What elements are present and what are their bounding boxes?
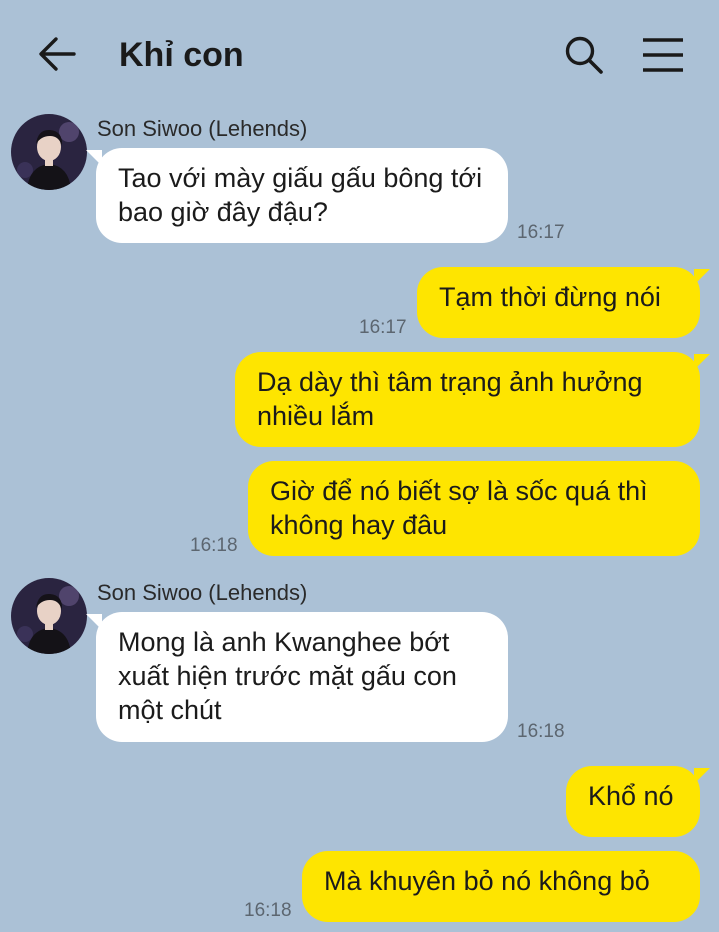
- message-time: 16:17: [517, 222, 565, 243]
- chat-title: Khỉ con: [119, 36, 244, 74]
- avatar-photo-icon: [11, 114, 87, 190]
- message-time: 16:18: [190, 535, 238, 556]
- search-icon: [565, 36, 603, 74]
- outgoing-message-bubble[interactable]: Dạ dày thì tâm trạng ảnh hưởng nhiều lắm: [235, 352, 710, 447]
- outgoing-message-bubble[interactable]: Mà khuyên bỏ nó không bỏ: [302, 851, 700, 922]
- outgoing-message-bubble[interactable]: Tạm thời đừng nói: [417, 267, 710, 338]
- back-button[interactable]: [36, 34, 78, 74]
- message-text: Tạm thời đừng nói: [439, 282, 661, 312]
- incoming-message-bubble[interactable]: Tao với mày giấu gấu bông tới bao giờ đâ…: [86, 148, 508, 243]
- avatar[interactable]: [11, 114, 87, 190]
- incoming-message-bubble[interactable]: Mong là anh Kwanghee bớt xuất hiện trước…: [86, 612, 508, 742]
- arrow-left-icon: [39, 37, 76, 71]
- message-time: 16:18: [244, 900, 292, 921]
- message-time: 16:17: [359, 317, 407, 338]
- avatar[interactable]: [11, 578, 87, 654]
- sender-name: Son Siwoo (Lehends): [97, 580, 308, 605]
- outgoing-message-bubble[interactable]: Khổ nó: [566, 766, 710, 837]
- message-time: 16:18: [517, 721, 565, 742]
- message-text: Tao với mày giấu gấu bông tới bao giờ đâ…: [118, 163, 483, 227]
- hamburger-menu-icon: [643, 38, 683, 72]
- message-text: Mong là anh Kwanghee bớt xuất hiện trước…: [118, 627, 457, 725]
- avatar-photo-icon: [11, 578, 87, 654]
- menu-button[interactable]: [640, 36, 686, 74]
- search-button[interactable]: [563, 34, 605, 76]
- message-text: Giờ để nó biết sợ là sốc quá thì không h…: [270, 476, 648, 540]
- sender-name: Son Siwoo (Lehends): [97, 116, 308, 141]
- outgoing-message-bubble[interactable]: Giờ để nó biết sợ là sốc quá thì không h…: [248, 461, 700, 556]
- message-text: Dạ dày thì tâm trạng ảnh hưởng nhiều lắm: [257, 367, 643, 431]
- chat-header: Khỉ con: [0, 0, 719, 110]
- message-text: Khổ nó: [588, 781, 674, 811]
- message-text: Mà khuyên bỏ nó không bỏ: [324, 866, 650, 896]
